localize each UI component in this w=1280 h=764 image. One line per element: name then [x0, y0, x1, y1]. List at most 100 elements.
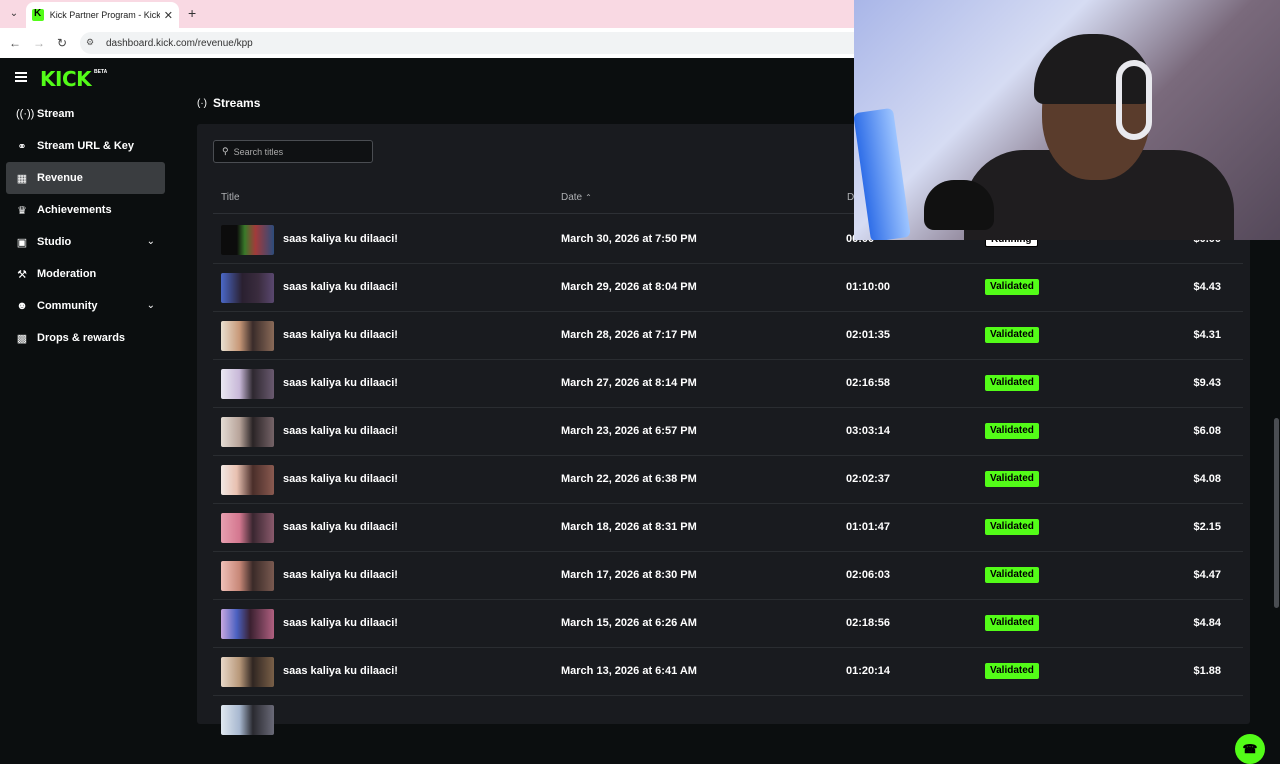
- stream-duration: 02:06:03: [846, 569, 891, 581]
- stream-date: March 22, 2026 at 6:38 PM: [561, 473, 697, 485]
- stream-duration: 02:18:56: [846, 617, 891, 629]
- stream-title: saas kaliya ku dilaaci!: [283, 329, 398, 341]
- stream-thumbnail[interactable]: [221, 513, 274, 543]
- status-badge: Validated: [985, 471, 1039, 487]
- community-icon: ☻: [16, 300, 28, 312]
- stream-duration: 02:16:58: [846, 377, 891, 389]
- sidebar-item-community[interactable]: ☻ Community ⌄: [6, 290, 165, 322]
- tab-list-chevron-icon[interactable]: ⌄: [6, 6, 22, 22]
- stream-thumbnail[interactable]: [221, 705, 274, 735]
- sidebar-item-label: Moderation: [37, 268, 97, 280]
- stream-title: saas kaliya ku dilaaci!: [283, 233, 398, 245]
- status-badge: Validated: [985, 423, 1039, 439]
- stream-revenue: $4.84: [1193, 617, 1221, 629]
- stream-thumbnail[interactable]: [221, 369, 274, 399]
- headset-icon: ☎: [1242, 742, 1258, 756]
- stream-thumbnail[interactable]: [221, 225, 274, 255]
- kick-logo[interactable]: KICK: [40, 67, 92, 91]
- sort-ascending-icon: ⌃: [585, 193, 592, 202]
- stream-duration: 01:20:14: [846, 665, 891, 677]
- stream-date: March 15, 2026 at 6:26 AM: [561, 617, 697, 629]
- browser-tab-title: Kick Partner Program - Kick Dashboard: [49, 10, 160, 20]
- stream-thumbnail[interactable]: [221, 561, 274, 591]
- new-tab-icon[interactable]: +: [188, 5, 196, 21]
- site-info-icon[interactable]: ⚙: [86, 37, 98, 49]
- stream-date: March 27, 2026 at 8:14 PM: [561, 377, 697, 389]
- drops-icon: ▩: [16, 332, 28, 345]
- status-badge: Validated: [985, 327, 1039, 343]
- table-row[interactable]: saas kaliya ku dilaaci! March 22, 2026 a…: [213, 456, 1243, 504]
- sidebar-item-label: Community: [37, 300, 98, 312]
- webcam-headset-shape: [1116, 60, 1152, 140]
- status-badge: Validated: [985, 279, 1039, 295]
- beta-badge: BETA: [94, 69, 108, 75]
- webcam-microphone-shape: [924, 180, 994, 230]
- reload-icon[interactable]: ↻: [54, 35, 70, 51]
- trophy-icon: ♛: [17, 204, 27, 217]
- table-row[interactable]: saas kaliya ku dilaaci! March 17, 2026 a…: [213, 552, 1243, 600]
- stream-thumbnail[interactable]: [221, 657, 274, 687]
- table-row[interactable]: saas kaliya ku dilaaci! March 23, 2026 a…: [213, 408, 1243, 456]
- table-row[interactable]: saas kaliya ku dilaaci! March 13, 2026 a…: [213, 648, 1243, 696]
- table-row[interactable]: saas kaliya ku dilaaci! March 29, 2026 a…: [213, 264, 1243, 312]
- stream-date: March 18, 2026 at 8:31 PM: [561, 521, 697, 533]
- status-badge: Validated: [985, 519, 1039, 535]
- search-input[interactable]: [233, 146, 364, 157]
- stream-revenue: $4.47: [1193, 569, 1221, 581]
- stream-date: March 17, 2026 at 8:30 PM: [561, 569, 697, 581]
- stream-duration: 02:02:37: [846, 473, 891, 485]
- section-title: Streams: [213, 96, 261, 110]
- stream-duration: 03:03:14: [846, 425, 891, 437]
- search-icon: ⚲: [222, 146, 229, 156]
- sidebar-item-moderation[interactable]: ⚒ Moderation: [6, 258, 165, 290]
- stream-title: saas kaliya ku dilaaci!: [283, 569, 398, 581]
- stream-thumbnail[interactable]: [221, 273, 274, 303]
- column-header-title[interactable]: Title: [221, 192, 240, 203]
- stream-title: saas kaliya ku dilaaci!: [283, 521, 398, 533]
- page-scrollbar[interactable]: [1274, 418, 1279, 608]
- table-row[interactable]: saas kaliya ku dilaaci! March 28, 2026 a…: [213, 312, 1243, 360]
- browser-tab[interactable]: Kick Partner Program - Kick Dashboard ✕: [26, 2, 179, 28]
- stream-thumbnail[interactable]: [221, 465, 274, 495]
- sidebar-item-stream[interactable]: ((·)) Stream: [6, 98, 165, 130]
- forward-arrow-icon[interactable]: →: [31, 35, 47, 51]
- webcam-light-shape: [854, 107, 911, 240]
- sidebar-item-stream-url-key[interactable]: ⚭ Stream URL & Key: [6, 130, 165, 162]
- stream-thumbnail[interactable]: [221, 609, 274, 639]
- studio-icon: ▣: [16, 236, 28, 249]
- stream-title: saas kaliya ku dilaaci!: [283, 377, 398, 389]
- revenue-icon: ▦: [16, 172, 28, 185]
- sidebar-item-label: Revenue: [37, 172, 83, 184]
- stream-title: saas kaliya ku dilaaci!: [283, 665, 398, 677]
- table-row[interactable]: saas kaliya ku dilaaci! March 27, 2026 a…: [213, 360, 1243, 408]
- column-header-date[interactable]: Date ⌃: [561, 192, 592, 203]
- status-badge: Validated: [985, 663, 1039, 679]
- menu-icon[interactable]: [15, 72, 27, 82]
- sidebar-item-achievements[interactable]: ♛ Achievements: [6, 194, 165, 226]
- stream-date: March 23, 2026 at 6:57 PM: [561, 425, 697, 437]
- search-box[interactable]: ⚲: [213, 140, 373, 163]
- help-chat-button[interactable]: ☎: [1235, 734, 1265, 764]
- sidebar-item-studio[interactable]: ▣ Studio ⌄: [6, 226, 165, 258]
- table-row[interactable]: [213, 696, 1243, 744]
- stream-thumbnail[interactable]: [221, 321, 274, 351]
- table-row[interactable]: saas kaliya ku dilaaci! March 18, 2026 a…: [213, 504, 1243, 552]
- chevron-down-icon: ⌄: [146, 300, 155, 311]
- stream-revenue: $4.31: [1193, 329, 1221, 341]
- stream-thumbnail[interactable]: [221, 417, 274, 447]
- broadcast-icon: ((·)): [16, 108, 35, 120]
- sidebar-item-drops-rewards[interactable]: ▩ Drops & rewards: [6, 322, 165, 354]
- back-arrow-icon[interactable]: ←: [7, 35, 23, 51]
- sidebar-item-label: Achievements: [37, 204, 112, 216]
- wrench-icon: ⚒: [17, 268, 27, 281]
- tab-close-icon[interactable]: ✕: [164, 9, 173, 22]
- sidebar-item-revenue[interactable]: ▦ Revenue: [6, 162, 165, 194]
- status-badge: Validated: [985, 615, 1039, 631]
- stream-duration: 02:01:35: [846, 329, 891, 341]
- chevron-down-icon: ⌄: [146, 236, 155, 247]
- table-row[interactable]: saas kaliya ku dilaaci! March 15, 2026 a…: [213, 600, 1243, 648]
- stream-revenue: $9.43: [1193, 377, 1221, 389]
- status-badge: Validated: [985, 567, 1039, 583]
- stream-title: saas kaliya ku dilaaci!: [283, 473, 398, 485]
- stream-date: March 28, 2026 at 7:17 PM: [561, 329, 697, 341]
